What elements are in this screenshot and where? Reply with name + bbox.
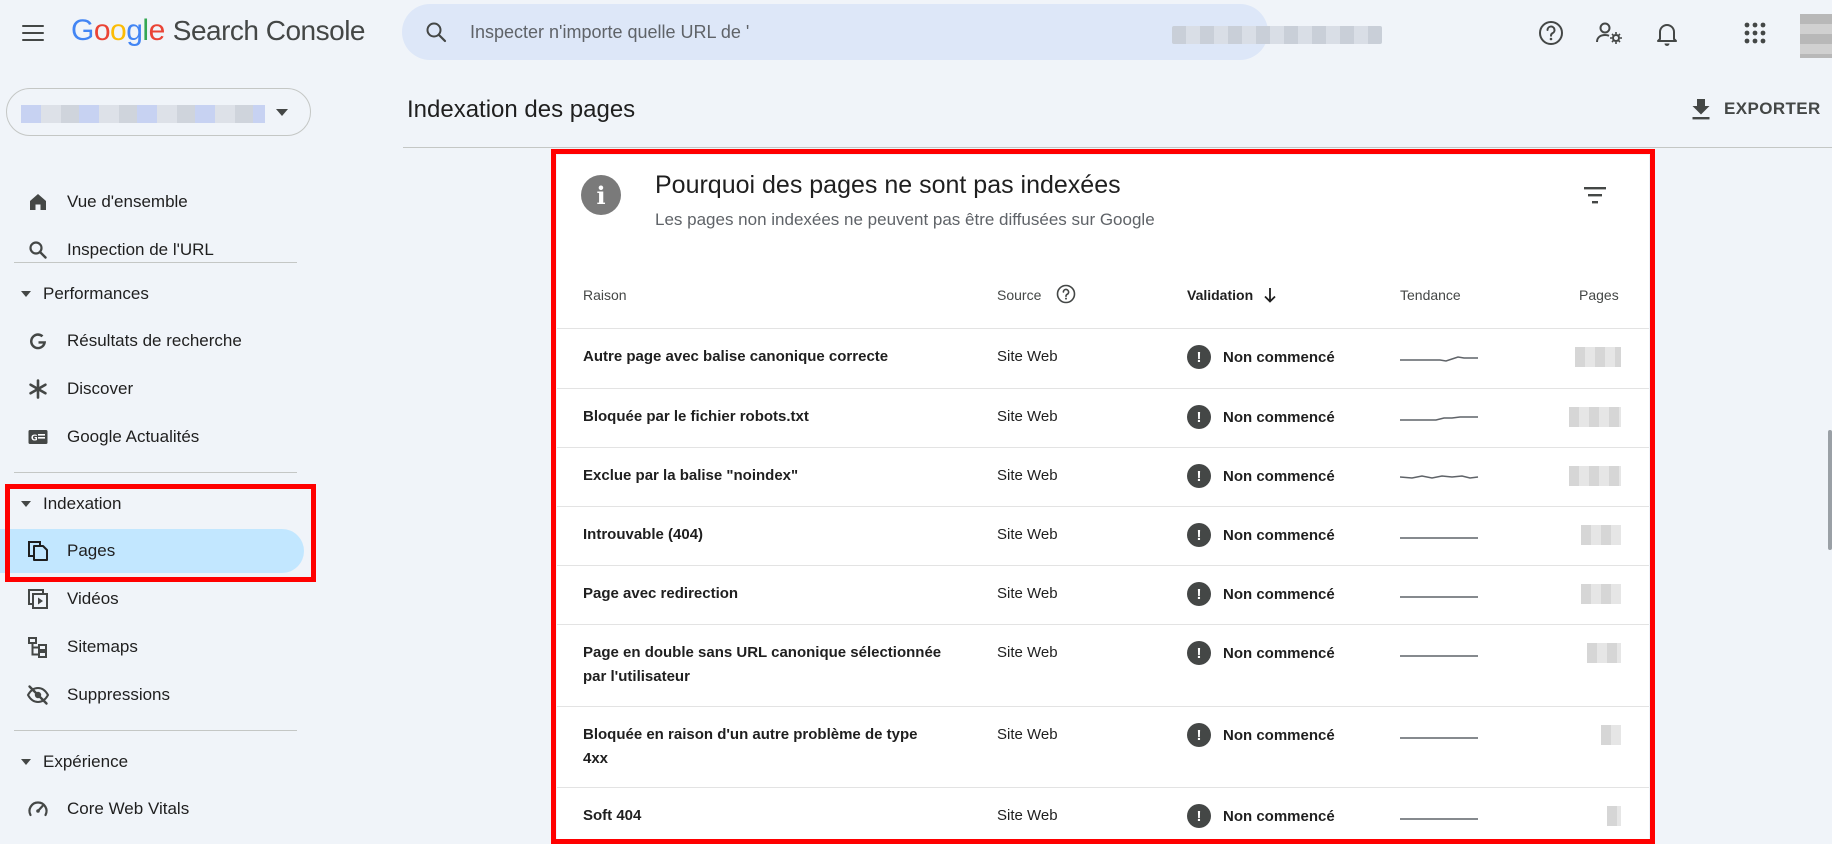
section-label: Expérience xyxy=(43,752,129,771)
sidebar-item-label: Inspection de l'URL xyxy=(67,240,214,259)
sidebar-item-core-web-vitals[interactable]: Core Web Vitals xyxy=(0,787,310,831)
collapse-triangle-icon xyxy=(21,291,31,297)
apps-grid-icon[interactable] xyxy=(1740,18,1770,48)
sidebar-item-label: Core Web Vitals xyxy=(67,799,190,818)
eye-off-icon xyxy=(26,685,50,705)
sidebar-item-search-results[interactable]: Résultats de recherche xyxy=(0,319,310,363)
asterisk-icon xyxy=(29,379,47,399)
sidebar-divider xyxy=(14,730,297,731)
sidebar-section-experience[interactable]: Expérience xyxy=(0,742,300,782)
sidebar-item-sitemaps[interactable]: Sitemaps xyxy=(0,625,310,669)
gauge-icon xyxy=(28,801,48,817)
news-icon: G xyxy=(28,430,48,444)
highlight-indexation xyxy=(5,484,316,582)
logo-letter: e xyxy=(148,14,166,47)
sidebar-item-label: Discover xyxy=(67,379,134,398)
logo-letter: G xyxy=(71,14,94,47)
sidebar-item-label: Résultats de recherche xyxy=(67,331,242,350)
hamburger-icon xyxy=(22,25,44,27)
manage-users-icon[interactable] xyxy=(1594,18,1624,48)
sidebar-item-removals[interactable]: Suppressions xyxy=(0,673,310,717)
download-icon xyxy=(1692,99,1710,120)
vertical-scrollbar[interactable] xyxy=(1828,430,1832,550)
help-icon[interactable] xyxy=(1536,18,1566,48)
logo-letter: o xyxy=(110,14,127,47)
logo-letter: g xyxy=(126,14,143,47)
home-icon xyxy=(30,194,46,210)
property-selector[interactable] xyxy=(6,88,311,136)
redacted-property-name xyxy=(21,105,265,123)
sidebar-divider xyxy=(14,262,297,263)
sidebar-item-label: Vidéos xyxy=(67,589,119,608)
notifications-bell-icon[interactable] xyxy=(1652,18,1682,48)
sidebar-item-videos[interactable]: Vidéos xyxy=(0,577,310,621)
collapse-triangle-icon xyxy=(21,759,31,765)
page-title: Indexation des pages xyxy=(407,96,636,123)
sidebar: Vue d'ensemble Inspection de l'URL Perfo… xyxy=(0,66,311,844)
sidebar-item-discover[interactable]: Discover xyxy=(0,367,310,411)
main-menu-button[interactable] xyxy=(22,20,48,46)
chevron-down-icon xyxy=(276,109,288,116)
sidebar-item-label: Sitemaps xyxy=(67,637,138,656)
redacted-domain xyxy=(1172,26,1382,44)
section-label: Performances xyxy=(43,284,149,303)
sidebar-section-performance[interactable]: Performances xyxy=(0,274,300,314)
export-button[interactable]: EXPORTER xyxy=(1690,94,1821,124)
hamburger-icon-line xyxy=(22,32,44,34)
sitemap-icon xyxy=(28,637,47,658)
url-inspection-search-bar[interactable] xyxy=(402,4,1382,60)
search-console-logo[interactable]: Google Search Console xyxy=(71,14,366,48)
account-avatar[interactable] xyxy=(1800,14,1832,58)
sidebar-item-label: Google Actualités xyxy=(67,427,200,446)
top-app-bar: Google Search Console xyxy=(0,0,1832,66)
sidebar-item-label: Suppressions xyxy=(67,685,171,704)
logo-letter: o xyxy=(93,14,111,47)
sidebar-item-url-inspection[interactable]: Inspection de l'URL xyxy=(0,228,310,272)
video-icon xyxy=(28,589,48,609)
sidebar-item-label: Vue d'ensemble xyxy=(67,192,188,211)
svg-text:G: G xyxy=(31,434,38,443)
search-icon xyxy=(29,241,47,259)
sidebar-item-google-news[interactable]: G Google Actualités xyxy=(0,415,310,459)
hamburger-icon-line xyxy=(22,39,44,41)
sidebar-divider xyxy=(14,472,297,473)
search-icon xyxy=(426,22,447,43)
product-name: Search Console xyxy=(172,15,366,46)
header-divider xyxy=(403,147,1832,148)
url-inspection-input[interactable] xyxy=(470,16,1010,48)
export-label: EXPORTER xyxy=(1724,99,1821,118)
google-g-icon xyxy=(30,333,47,350)
highlight-not-indexed-card xyxy=(551,149,1655,844)
sidebar-item-overview[interactable]: Vue d'ensemble xyxy=(0,180,310,224)
